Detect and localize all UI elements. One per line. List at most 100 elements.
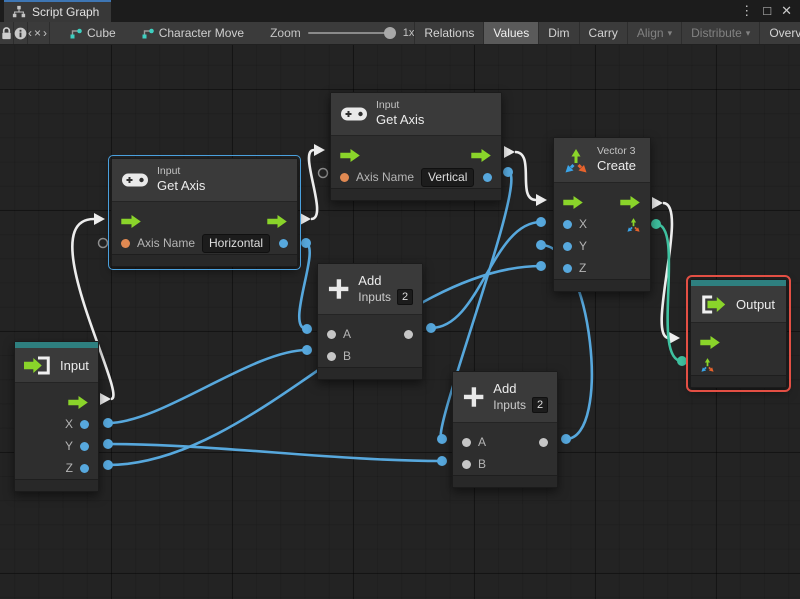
connection-vector3[interactable]	[655, 222, 683, 363]
input-port-b[interactable]	[462, 459, 471, 469]
input-port-a[interactable]	[327, 329, 336, 339]
relations-button[interactable]: Relations	[414, 22, 483, 44]
more-menu-icon[interactable]: ⋮	[740, 0, 753, 22]
dim-button[interactable]: Dim	[538, 22, 578, 44]
connection-endpoint-dot[interactable]	[302, 324, 312, 334]
breadcrumb-character-move[interactable]: Character Move	[142, 22, 244, 44]
connection-endpoint-dot[interactable]	[536, 217, 546, 227]
connection-endpoint-dot[interactable]	[426, 323, 436, 333]
inputs-count-field[interactable]: 2	[532, 397, 548, 414]
value-output-port[interactable]	[279, 238, 288, 248]
output-port-z[interactable]	[80, 463, 89, 473]
distribute-dropdown[interactable]: Distribute ▾	[681, 22, 759, 44]
flow-connection-arrowhead[interactable]	[94, 213, 105, 225]
maximize-icon[interactable]: □	[763, 0, 771, 22]
input-port-a[interactable]	[462, 437, 471, 447]
connection-endpoint-dot[interactable]	[503, 167, 513, 177]
connection-endpoint-dot[interactable]	[301, 238, 311, 248]
node-header[interactable]: Add Inputs 2	[318, 264, 422, 315]
vector3-input-port[interactable]	[700, 357, 715, 372]
connection-value[interactable]	[107, 348, 308, 425]
window-controls: ⋮ □ ✕	[740, 0, 800, 22]
lock-button[interactable]	[0, 22, 14, 44]
flow-connection-arrowhead[interactable]	[504, 146, 515, 158]
node-header[interactable]: Input Get Axis	[331, 93, 501, 136]
flow-out-port[interactable]	[267, 215, 288, 228]
node-graph-input[interactable]: Input X Y Z	[14, 341, 99, 492]
carry-button[interactable]: Carry	[578, 22, 627, 44]
flow-in-port[interactable]	[700, 336, 721, 349]
flow-in-port[interactable]	[121, 215, 142, 228]
info-button[interactable]	[14, 22, 28, 44]
flow-out-port[interactable]	[68, 396, 89, 409]
connection-flow[interactable]	[514, 150, 537, 202]
connection-flow[interactable]	[307, 148, 319, 221]
connection-value[interactable]	[430, 220, 542, 330]
connection-endpoint-dot[interactable]	[103, 418, 113, 428]
node-vector3-create[interactable]: Vector 3 Create X Y Z	[553, 137, 651, 292]
connection-endpoint-dot[interactable]	[677, 356, 687, 366]
output-port-x[interactable]	[80, 419, 89, 429]
zoom-slider[interactable]	[307, 22, 396, 44]
connection-endpoint-dot[interactable]	[437, 456, 447, 466]
node-header[interactable]: Input Get Axis	[112, 159, 297, 202]
connection-endpoint-dot[interactable]	[651, 219, 661, 229]
connection-endpoint-dot[interactable]	[536, 240, 546, 250]
code-button[interactable]: ‹×›	[28, 22, 50, 44]
input-port-z[interactable]	[563, 263, 572, 273]
overview-button[interactable]: Overview	[759, 22, 800, 44]
flow-connection-arrowhead[interactable]	[314, 144, 325, 156]
connection-endpoint-dot[interactable]	[437, 434, 447, 444]
toolbar-toggle-group: Relations Values Dim Carry Align ▾ Distr…	[414, 22, 800, 44]
connection-value[interactable]	[297, 241, 311, 331]
value-input-port[interactable]	[340, 172, 349, 182]
node-add-1[interactable]: Add Inputs 2 A B	[317, 263, 423, 380]
input-port-y[interactable]	[563, 241, 572, 251]
sum-output-port[interactable]	[404, 329, 413, 339]
node-header[interactable]: Output	[691, 286, 786, 323]
flow-ports-row	[691, 331, 786, 353]
output-port-y[interactable]	[80, 441, 89, 451]
flow-connection-arrowhead[interactable]	[536, 194, 547, 206]
flow-connection-arrowhead[interactable]	[100, 393, 111, 405]
axis-name-field[interactable]: Vertical	[421, 167, 475, 187]
node-header[interactable]: Vector 3 Create	[554, 138, 650, 183]
flow-connection-arrowhead[interactable]	[300, 213, 311, 225]
flow-out-port[interactable]	[620, 196, 641, 209]
connection-endpoint-dot[interactable]	[103, 460, 113, 470]
breadcrumb-cube[interactable]: Cube	[70, 22, 116, 44]
input-port-x[interactable]	[563, 219, 572, 229]
align-dropdown[interactable]: Align ▾	[626, 22, 681, 44]
close-icon[interactable]: ✕	[781, 0, 792, 22]
zoom-slider-handle[interactable]	[383, 27, 396, 39]
tab-script-graph[interactable]: Script Graph	[4, 0, 112, 22]
node-add-2[interactable]: Add Inputs 2 A B	[452, 371, 558, 488]
port-label: B	[343, 349, 352, 363]
port-label: Axis Name	[137, 236, 196, 250]
sum-output-port[interactable]	[539, 437, 548, 447]
node-get-axis-vertical[interactable]: Input Get Axis Axis Name Vertical	[330, 92, 502, 201]
node-title: Output	[736, 296, 776, 312]
axis-name-field[interactable]: Horizontal	[202, 233, 271, 253]
flow-in-port[interactable]	[340, 149, 361, 162]
zoom-slider-track[interactable]	[307, 32, 396, 34]
values-button[interactable]: Values	[483, 22, 539, 44]
node-header[interactable]: Input	[15, 348, 98, 383]
flow-connection-arrowhead[interactable]	[652, 197, 663, 209]
inputs-label: Inputs	[358, 289, 391, 304]
vector3-output-port[interactable]	[626, 217, 641, 232]
connection-endpoint-dot[interactable]	[103, 439, 113, 449]
node-header[interactable]: Add Inputs 2	[453, 372, 557, 423]
input-port-b[interactable]	[327, 351, 336, 361]
flow-in-port[interactable]	[563, 196, 584, 209]
flow-connection-arrowhead[interactable]	[669, 332, 680, 344]
flow-out-port[interactable]	[471, 149, 492, 162]
value-output-port[interactable]	[483, 172, 492, 182]
node-graph-output[interactable]: Output	[686, 275, 791, 392]
connection-endpoint-dot[interactable]	[536, 261, 546, 271]
connection-endpoint-dot[interactable]	[302, 345, 312, 355]
connection-endpoint-dot[interactable]	[561, 434, 571, 444]
node-get-axis-horizontal[interactable]: Input Get Axis Axis Name Horizontal	[108, 155, 301, 270]
value-input-port[interactable]	[121, 238, 130, 248]
inputs-count-field[interactable]: 2	[397, 289, 413, 306]
